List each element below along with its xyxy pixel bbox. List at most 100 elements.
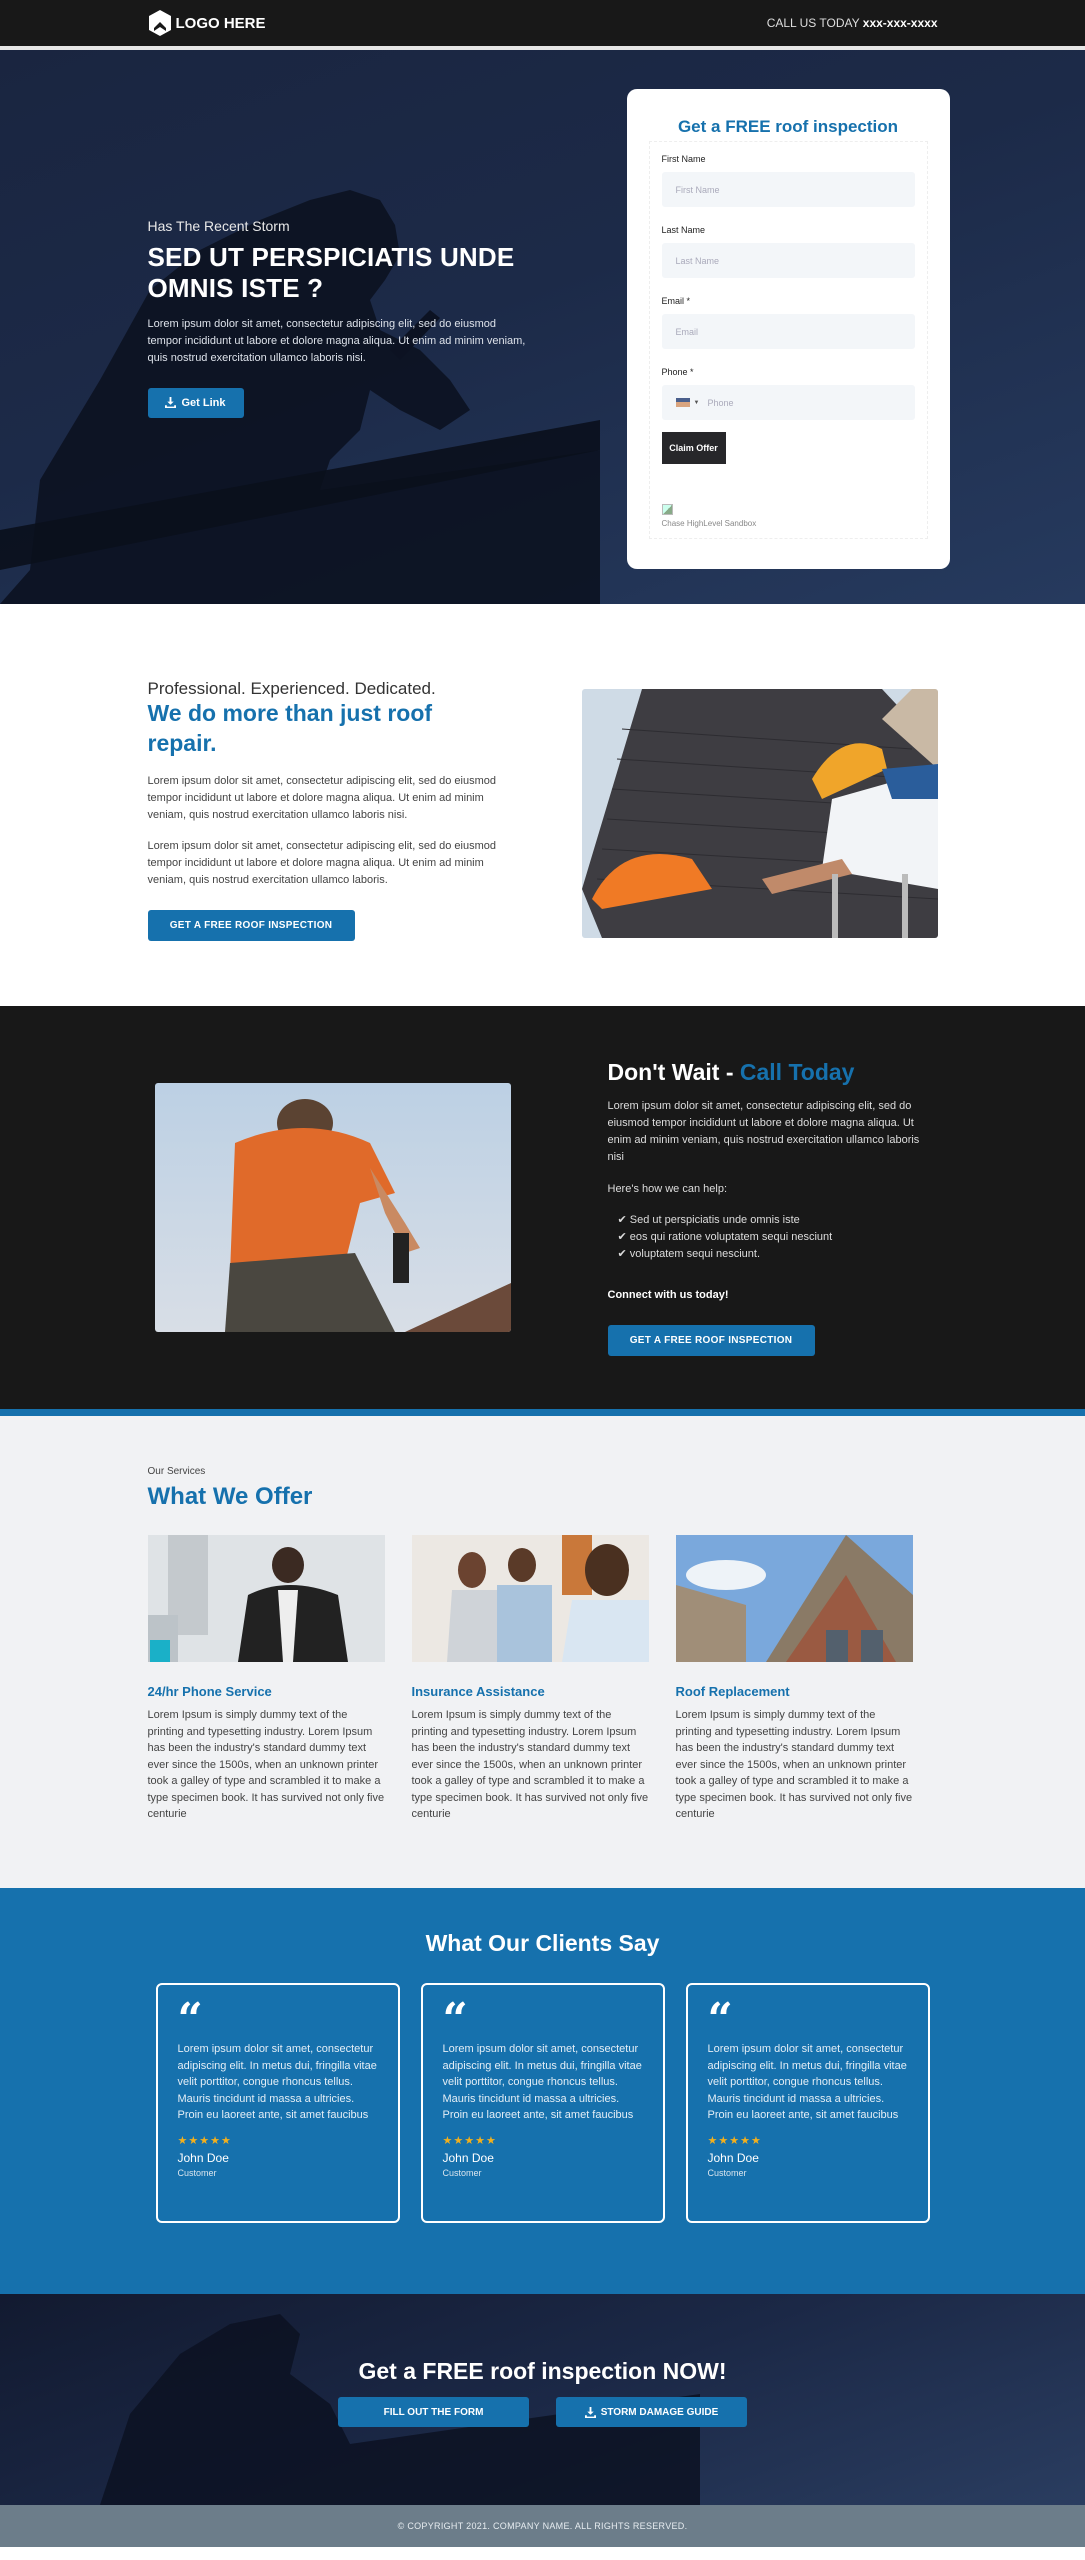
quote-icon: “ (707, 1994, 733, 2045)
phone-number[interactable]: xxx-xxx-xxxx (863, 16, 938, 30)
first-name-placeholder: First Name (675, 184, 720, 195)
roof-replacement-image (675, 1535, 913, 1662)
bottom-cta-section: Get a FREE roof inspection NOW! FILL OUT… (0, 2294, 1085, 2505)
phone-input[interactable]: ▼ Phone (661, 385, 915, 420)
service-name: 24/hr Phone Service (147, 1684, 272, 1699)
bottom-cta-title: Get a FREE roof inspection NOW! (358, 2358, 727, 2384)
inspection-form-card: Get a FREE roof inspection First Name Fi… (626, 89, 950, 569)
testimonial-role: Customer (177, 2167, 217, 2178)
about-paragraph: Lorem ipsum dolor sit amet, consectetur … (147, 775, 497, 822)
form-footer-text: Chase HighLevel Sandbox (661, 519, 757, 528)
service-card: Insurance Assistance Lorem Ipsum is simp… (411, 1535, 649, 1823)
email-input[interactable]: Email (661, 314, 915, 349)
download-icon (165, 397, 177, 409)
help-list-item: ✔ Sed ut perspiciatis unde omnis iste (617, 1213, 800, 1226)
email-placeholder: Email (675, 326, 699, 337)
hero-body: Lorem ipsum dolor sit amet, consectetur … (147, 318, 526, 365)
call-today-content: Don't Wait - Call Today Lorem ipsum dolo… (607, 1059, 938, 1356)
testimonial-role: Customer (707, 2167, 747, 2178)
us-flag-icon[interactable] (675, 398, 690, 407)
caret-down-icon[interactable]: ▼ (694, 400, 700, 406)
phone-label: Phone * (661, 367, 694, 377)
house-logo-icon (148, 10, 171, 36)
storm-damage-guide-button[interactable]: STORM DAMAGE GUIDE (556, 2397, 747, 2427)
roofer-illustration (154, 1083, 511, 1332)
about-content: Professional. Experienced. Dedicated. We… (147, 679, 498, 941)
first-name-label: First Name (661, 154, 706, 164)
hero-content: Has The Recent Storm SED UT PERSPICIATIS… (147, 218, 528, 418)
help-label: Here's how we can help: (607, 1182, 728, 1195)
logo-text: LOGO HERE (175, 14, 266, 32)
about-section: Professional. Experienced. Dedicated. We… (0, 604, 1085, 1006)
get-link-button[interactable]: Get Link (147, 387, 244, 418)
last-name-placeholder: Last Name (675, 255, 720, 266)
call-today-section: Don't Wait - Call Today Lorem ipsum dolo… (0, 1006, 1085, 1416)
last-name-label: Last Name (661, 225, 706, 235)
service-body: Lorem Ipsum is simply dummy text of the … (675, 1709, 913, 1820)
testimonial-text: Lorem ipsum dolor sit amet, consectetur … (442, 2043, 642, 2121)
star-rating-icon: ★★★★★ (707, 2134, 762, 2147)
call-us: CALL US TODAY xxx-xxx-xxxx (767, 16, 938, 30)
copyright-text: © COPYRIGHT 2021. COMPANY NAME. ALL RIGH… (397, 2521, 688, 2531)
testimonial-name: John Doe (177, 2150, 229, 2165)
services-kicker: Our Services (147, 1466, 206, 1477)
hero-section: Has The Recent Storm SED UT PERSPICIATIS… (0, 50, 1085, 604)
services-title: What We Offer (147, 1483, 313, 1510)
star-rating-icon: ★★★★★ (177, 2134, 232, 2147)
testimonials-title: What Our Clients Say (425, 1930, 660, 1956)
free-inspection-button[interactable]: GET A FREE ROOF INSPECTION (147, 909, 355, 941)
inspection-form: First Name First Name Last Name Last Nam… (648, 141, 928, 539)
about-title: We do more than just roof repair. (147, 700, 433, 757)
claim-offer-button[interactable]: Claim Offer (661, 432, 726, 464)
call-today-body: Lorem ipsum dolor sit amet, consectetur … (607, 1100, 920, 1164)
title-accent: Call Today (739, 1059, 855, 1086)
roofers-photo (581, 688, 938, 938)
help-list-item: ✔ voluptatem sequi nesciunt. (617, 1247, 761, 1260)
services-section: Our Services What We Offer 24/hr Phone S… (0, 1416, 1085, 1888)
service-name: Roof Replacement (675, 1684, 790, 1699)
service-card: 24/hr Phone Service Lorem Ipsum is simpl… (147, 1535, 385, 1823)
storm-guide-label: STORM DAMAGE GUIDE (600, 2406, 719, 2418)
help-list: ✔ Sed ut perspiciatis unde omnis iste ✔ … (618, 1212, 938, 1263)
hero-title: SED UT PERSPICIATIS UNDE OMNIS ISTE ? (147, 242, 515, 304)
phone-service-image (147, 1535, 385, 1662)
connect-text: Connect with us today! (607, 1288, 729, 1301)
top-bar: LOGO HERE CALL US TODAY xxx-xxx-xxxx (0, 0, 1085, 50)
roofers-illustration (581, 688, 938, 938)
star-rating-icon: ★★★★★ (442, 2134, 497, 2147)
testimonial-text: Lorem ipsum dolor sit amet, consectetur … (177, 2043, 377, 2121)
quote-icon: “ (177, 1994, 203, 2045)
get-link-label: Get Link (181, 396, 226, 409)
service-body: Lorem Ipsum is simply dummy text of the … (147, 1709, 385, 1820)
logo[interactable]: LOGO HERE (148, 9, 266, 37)
service-card: Roof Replacement Lorem Ipsum is simply d… (675, 1535, 913, 1823)
email-label: Email * (661, 296, 691, 306)
testimonial-text: Lorem ipsum dolor sit amet, consectetur … (707, 2043, 907, 2121)
services-grid: 24/hr Phone Service Lorem Ipsum is simpl… (147, 1535, 938, 1823)
service-body: Lorem Ipsum is simply dummy text of the … (411, 1709, 649, 1820)
testimonials-section: What Our Clients Say “ Lorem ipsum dolor… (0, 1888, 1085, 2294)
roofer-nailgun-photo (154, 1083, 511, 1332)
about-kicker: Professional. Experienced. Dedicated. (147, 679, 436, 699)
help-list-item: ✔ eos qui ratione voluptatem sequi nesci… (617, 1230, 833, 1243)
phone-placeholder: Phone (707, 397, 734, 408)
title-plain: Don't Wait - (607, 1059, 740, 1086)
service-name: Insurance Assistance (411, 1684, 545, 1699)
first-name-input[interactable]: First Name (661, 172, 915, 207)
fill-out-form-button[interactable]: FILL OUT THE FORM (338, 2397, 529, 2427)
call-today-title: Don't Wait - Call Today (608, 1059, 938, 1086)
testimonial-name: John Doe (442, 2150, 494, 2165)
quote-icon: “ (442, 1994, 468, 2045)
footer: © COPYRIGHT 2021. COMPANY NAME. ALL RIGH… (0, 2505, 1085, 2547)
call-label: CALL US TODAY (766, 16, 860, 30)
testimonial-role: Customer (442, 2167, 482, 2178)
testimonial-card: “ Lorem ipsum dolor sit amet, consectetu… (420, 1983, 665, 2223)
hero-kicker: Has The Recent Storm (147, 218, 290, 234)
broken-image-icon (661, 504, 673, 515)
insurance-image (411, 1535, 649, 1662)
last-name-input[interactable]: Last Name (661, 243, 915, 278)
testimonial-card: “ Lorem ipsum dolor sit amet, consectetu… (685, 1983, 930, 2223)
testimonials-grid: “ Lorem ipsum dolor sit amet, consectetu… (0, 1983, 1085, 2223)
about-paragraph: Lorem ipsum dolor sit amet, consectetur … (147, 840, 497, 887)
free-inspection-button-2[interactable]: GET A FREE ROOF INSPECTION (607, 1324, 815, 1356)
